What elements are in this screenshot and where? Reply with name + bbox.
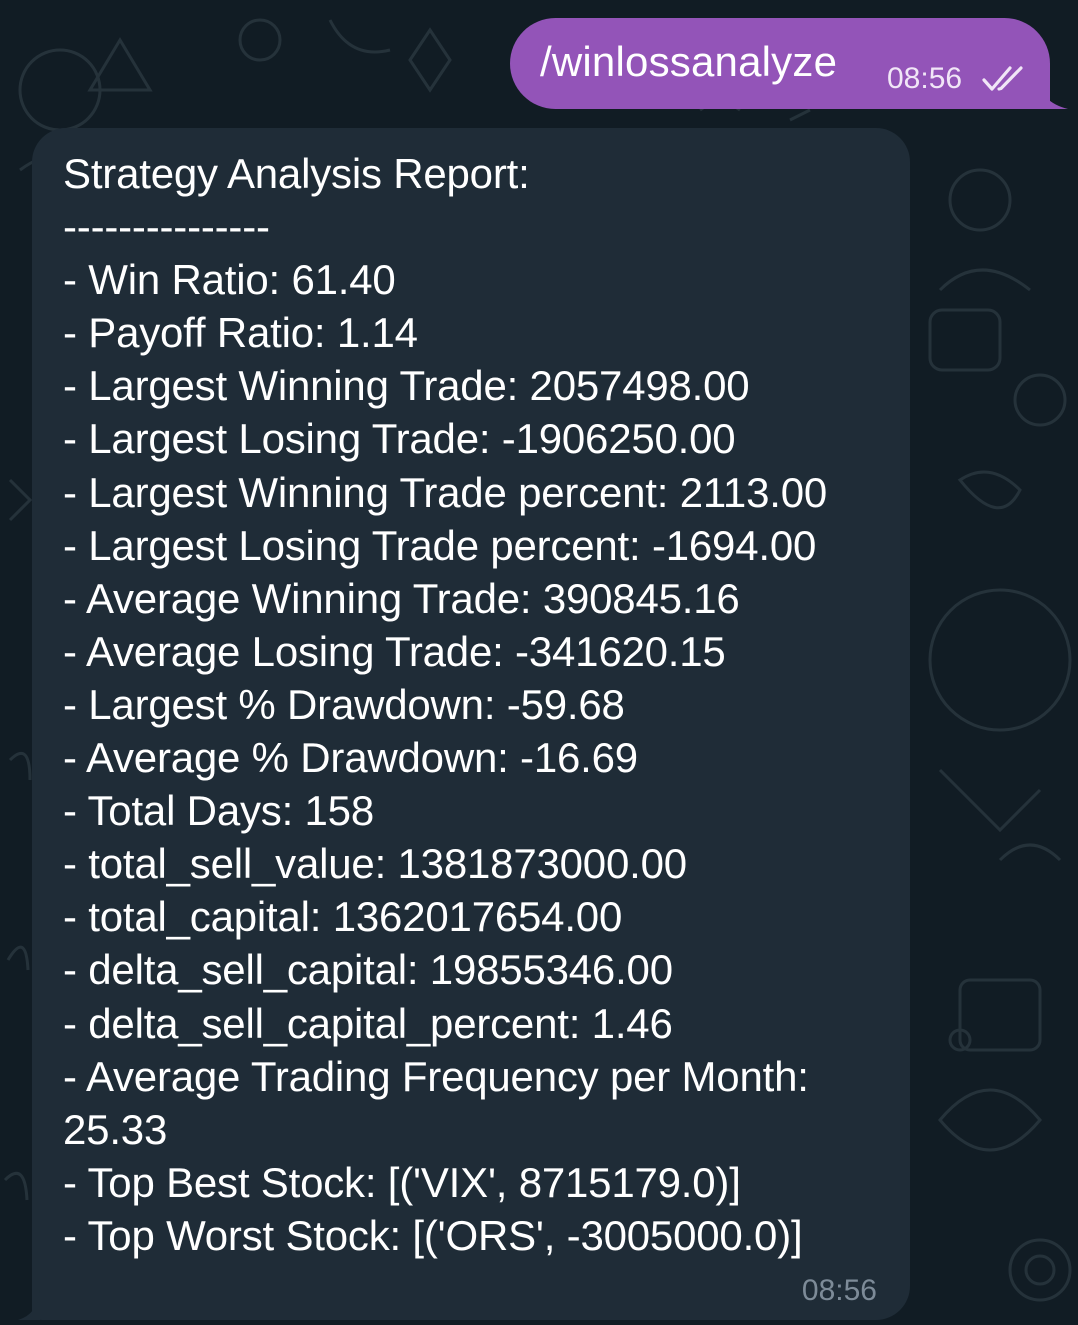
report-line: 25.33 — [63, 1105, 168, 1153]
report-line: - Average Winning Trade: 390845.16 — [63, 574, 740, 622]
outgoing-bubble-tail — [1038, 78, 1068, 109]
report-line: - Largest Winning Trade: 2057498.00 — [63, 362, 750, 410]
report-line: - Largest Losing Trade: -1906250.00 — [63, 415, 736, 463]
outgoing-message-time: 08:56 — [887, 62, 963, 95]
report-line: - Largest Winning Trade percent: 2113.00 — [63, 468, 828, 516]
chat-background: /winlossanalyze 08:56 Strategy Analysis … — [0, 0, 1078, 1325]
incoming-message-bubble[interactable]: Strategy Analysis Report: --------------… — [32, 128, 910, 1320]
report-line: - Total Days: 158 — [63, 787, 374, 835]
report-line: - Top Best Stock: [('VIX', 8715179.0)] — [63, 1158, 741, 1206]
report-title: Strategy Analysis Report: — [63, 150, 530, 197]
outgoing-message-text: /winlossanalyze — [540, 38, 838, 85]
report-line: - Average Trading Frequency per Month: — [63, 1052, 809, 1100]
double-check-icon — [982, 66, 1023, 91]
report-line: - Top Worst Stock: [('ORS', -3005000.0)] — [63, 1211, 803, 1259]
report-line: - Average % Drawdown: -16.69 — [63, 734, 638, 782]
report-line: - Largest % Drawdown: -59.68 — [63, 680, 625, 728]
report-line: - total_sell_value: 1381873000.00 — [63, 840, 687, 888]
report-line: - Win Ratio: 61.40 — [63, 256, 396, 304]
report-line: - Largest Losing Trade percent: -1694.00 — [63, 521, 817, 569]
report-line: - delta_sell_capital: 19855346.00 — [63, 946, 673, 994]
report-line: - Average Losing Trade: -341620.15 — [63, 627, 726, 675]
report-message-body: Strategy Analysis Report: --------------… — [63, 147, 893, 1262]
report-line: - total_capital: 1362017654.00 — [63, 893, 623, 941]
outgoing-message-bubble[interactable]: /winlossanalyze 08:56 — [510, 18, 1050, 109]
report-divider: --------------- — [63, 203, 270, 251]
report-line: - Payoff Ratio: 1.14 — [63, 309, 418, 357]
incoming-message-time: 08:56 — [801, 1274, 877, 1307]
incoming-bubble-tail — [18, 1290, 40, 1320]
report-line: - delta_sell_capital_percent: 1.46 — [63, 999, 673, 1047]
